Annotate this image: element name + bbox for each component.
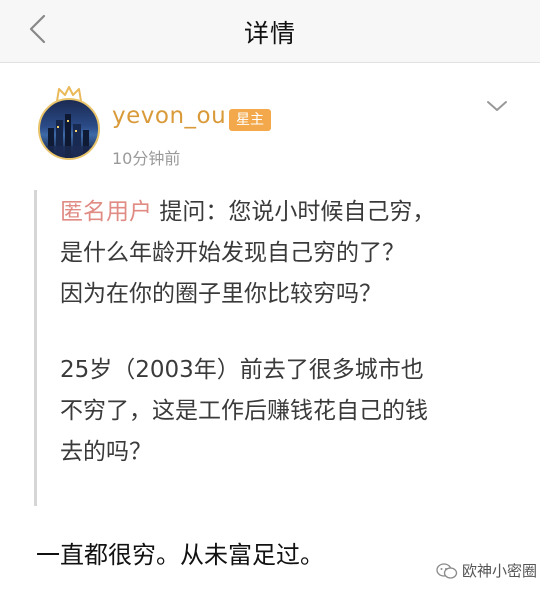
question-line-2: 是什么年龄开始发现自己穷的了？ — [60, 240, 405, 266]
question-line-6: 去的吗？ — [60, 439, 152, 465]
wechat-icon — [436, 562, 458, 579]
page-title: 详情 — [243, 19, 296, 48]
chevron-down-icon[interactable] — [485, 97, 509, 115]
question-line-5: 不穷了，这是工作后赚钱花自己的钱 — [60, 398, 428, 424]
asker-name[interactable]: 匿名用户 — [60, 199, 152, 225]
brand-label: 欧神小密圈 — [462, 562, 538, 580]
question-line-3: 因为在你的圈子里你比较穷吗？ — [60, 281, 382, 307]
city-skyline-image — [40, 114, 98, 158]
quote-bar — [34, 190, 37, 506]
owner-badge: 星主 — [229, 109, 271, 131]
question-line-4: 25岁（2003年）前去了很多城市也 — [60, 357, 424, 383]
timestamp: 10分钟前 — [112, 149, 181, 168]
avatar[interactable] — [38, 98, 100, 160]
username[interactable]: yevon_ou — [112, 103, 226, 129]
footer-brand: 欧神小密圈 — [436, 560, 537, 581]
avatar-container[interactable] — [38, 86, 100, 164]
question-prefix: 提问： — [159, 199, 229, 225]
question-line-1: 匿名用户 提问：您说小时候自己穷， — [60, 192, 500, 233]
answer-text: 一直都很穷。从未富足过。 — [36, 541, 324, 569]
top-bar: 详情 — [0, 0, 540, 63]
question-block: 匿名用户 提问：您说小时候自己穷， 是什么年龄开始发现自己穷的了？ 因为在你的圈… — [60, 192, 500, 473]
question-text-1: 您说小时候自己穷， — [228, 199, 436, 225]
